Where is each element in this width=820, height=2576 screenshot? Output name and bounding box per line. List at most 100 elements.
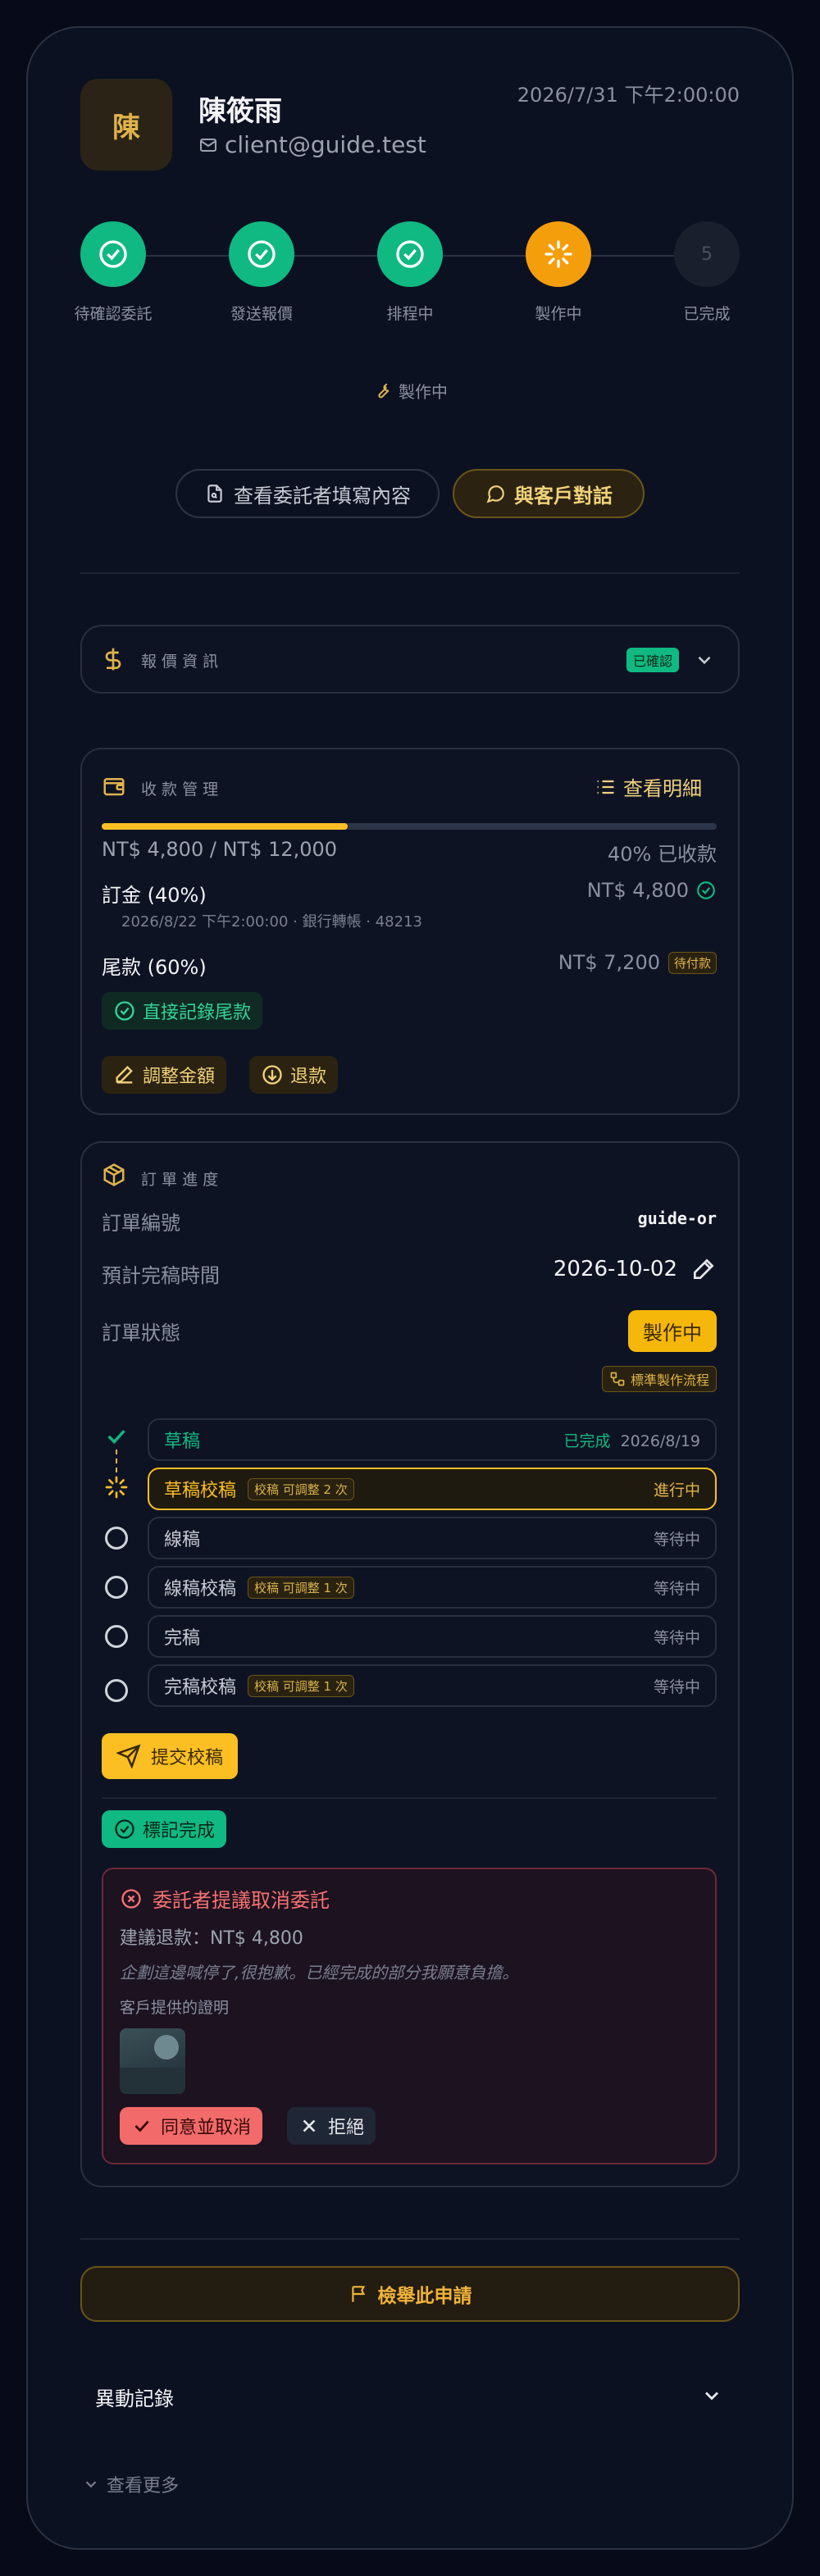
quote-title: 報 價 資 訊 (141, 653, 219, 671)
stage-date: 2026/8/19 (620, 1431, 700, 1450)
stage-name: 草稿 (164, 1431, 201, 1452)
check-circle-icon (115, 1819, 134, 1839)
stage-row[interactable]: 草稿 已完成 2026/8/19 (148, 1418, 717, 1461)
report-button[interactable]: 檢舉此申請 (80, 2266, 740, 2322)
payment-amount: NT$ 4,800 / NT$ 12,000 (102, 838, 338, 861)
due-value: 2026-10-02 (553, 1257, 677, 1281)
stage-status-text: 已完成 (563, 1431, 611, 1450)
adjust-amount-button[interactable]: 調整金額 (102, 1056, 227, 1094)
stage-name: 完稿校稿 (164, 1677, 237, 1698)
stage-name: 線稿 (164, 1530, 201, 1550)
divider (80, 572, 740, 574)
stage-check-icon (107, 1430, 125, 1445)
revision-tag: 校稿 可調整 2 次 (248, 1477, 354, 1500)
stage-row[interactable]: 線稿校稿 校稿 可調整 1 次 等待中 (148, 1566, 717, 1609)
stage-status: 等待中 (653, 1530, 700, 1549)
wrench-icon (378, 383, 390, 398)
close-icon (303, 2119, 316, 2132)
document-icon (207, 485, 222, 503)
order-number-value: guide-or (637, 1208, 717, 1228)
chat-icon (486, 485, 504, 503)
step-3-icon (377, 221, 443, 287)
client-name: 陳筱雨 (198, 95, 282, 128)
submit-revision-button[interactable]: 提交校稿 (102, 1733, 239, 1779)
revision-tag: 校稿 可調整 1 次 (248, 1576, 354, 1599)
record-final-button[interactable]: 直接記錄尾款 (102, 992, 263, 1030)
step-2-icon (229, 221, 294, 287)
chevron-down-icon (85, 2481, 97, 2488)
quote-confirmed-badge: 已確認 (626, 648, 680, 672)
step-3-label: 排程中 (386, 305, 434, 323)
package-icon (103, 1163, 125, 1186)
report-label: 檢舉此申請 (377, 2286, 472, 2307)
edit-pencil-icon[interactable] (690, 1256, 717, 1282)
step-4-label: 製作中 (535, 305, 582, 323)
stage-name: 線稿校稿 (164, 1579, 237, 1600)
mail-icon (200, 138, 216, 152)
stage-status: 等待中 (653, 1579, 700, 1598)
show-more-label: 查看更多 (107, 2476, 180, 2496)
check-circle-icon (115, 1001, 134, 1021)
chevron-down-icon[interactable] (700, 2384, 723, 2407)
check-icon (134, 2120, 149, 2132)
request-datetime: 2026/7/31 下午2:00:00 (517, 84, 740, 107)
view-detail-button[interactable]: 查看明細 (594, 772, 702, 801)
stage-row-current[interactable]: 草稿校稿 校稿 可調整 2 次 進行中 (148, 1468, 717, 1510)
workflow-icon (610, 1372, 625, 1386)
stage-status: 等待中 (653, 1628, 700, 1647)
wallet-icon (103, 778, 125, 796)
step-1-icon (80, 221, 146, 287)
unpaid-badge: 待付款 (667, 951, 717, 974)
view-form-label: 查看委託者填寫內容 (234, 484, 411, 507)
view-detail-label: 查看明細 (623, 777, 702, 800)
step-4-loader-icon (526, 221, 591, 287)
current-status-text: 製作中 (399, 382, 448, 402)
stage-name: 草稿校稿 (164, 1481, 237, 1501)
order-title: 訂 單 進 度 (141, 1171, 219, 1189)
final-amount: NT$ 7,200 (558, 951, 660, 974)
due-row: 2026-10-02 (554, 1256, 717, 1282)
stage-row[interactable]: 線稿 等待中 (148, 1517, 717, 1559)
reject-button[interactable]: 拒絕 (287, 2107, 376, 2145)
show-more-button[interactable]: 查看更多 (82, 2471, 179, 2497)
dollar-icon (105, 648, 121, 671)
chat-button[interactable]: 與客戶對話 (453, 469, 645, 518)
view-form-button[interactable]: 查看委託者填寫內容 (175, 469, 440, 518)
stage-status: 已完成 2026/8/19 (563, 1429, 700, 1451)
payment-progress-track (102, 823, 717, 830)
x-circle-icon (121, 1888, 141, 1909)
list-icon (597, 780, 614, 794)
avatar: 陳 (80, 79, 172, 171)
cancel-refund: 建議退款：NT$ 4,800 (120, 1928, 303, 1949)
client-email: client@guide.test (225, 131, 426, 158)
mark-complete-label: 標記完成 (143, 1821, 216, 1841)
stage-row[interactable]: 完稿 等待中 (148, 1615, 717, 1658)
refund-button[interactable]: 退款 (249, 1056, 339, 1094)
deposit-meta: 2026/8/22 下午2:00:00 · 銀行轉帳 · 48213 (121, 913, 422, 931)
deposit-amount-row: NT$ 4,800 (587, 879, 717, 902)
stage-connector (116, 1450, 117, 1472)
deposit-label: 訂金 (40%) (102, 884, 207, 907)
record-final-label: 直接記錄尾款 (143, 1003, 252, 1023)
proof-label: 客戶提供的證明 (120, 1999, 230, 2017)
email-row: client@guide.test (198, 131, 426, 158)
agree-cancel-button[interactable]: 同意並取消 (120, 2107, 263, 2145)
submit-revision-label: 提交校稿 (151, 1748, 224, 1768)
mark-complete-button[interactable]: 標記完成 (102, 1810, 227, 1848)
stage-row[interactable]: 完稿校稿 校稿 可調整 1 次 等待中 (148, 1664, 717, 1707)
proof-thumbnail[interactable] (120, 2028, 185, 2094)
agree-cancel-label: 同意並取消 (161, 2118, 252, 2138)
send-icon (116, 1744, 141, 1768)
pencil-icon (116, 1066, 133, 1084)
chevron-down-icon[interactable] (694, 649, 715, 671)
workflow-label: 標準製作流程 (630, 1372, 709, 1388)
reject-label: 拒絕 (328, 2118, 365, 2138)
stage-loader-icon (105, 1476, 128, 1499)
cancel-title-row: 委託者提議取消委託 (120, 1884, 330, 1913)
stage-pending-circle (103, 1574, 130, 1600)
step-5-label: 已完成 (683, 305, 731, 323)
stage-pending-circle (103, 1525, 130, 1551)
workflow-badge: 標準製作流程 (601, 1366, 717, 1392)
arrow-down-circle-icon (262, 1065, 282, 1085)
adjust-label: 調整金額 (143, 1067, 216, 1087)
